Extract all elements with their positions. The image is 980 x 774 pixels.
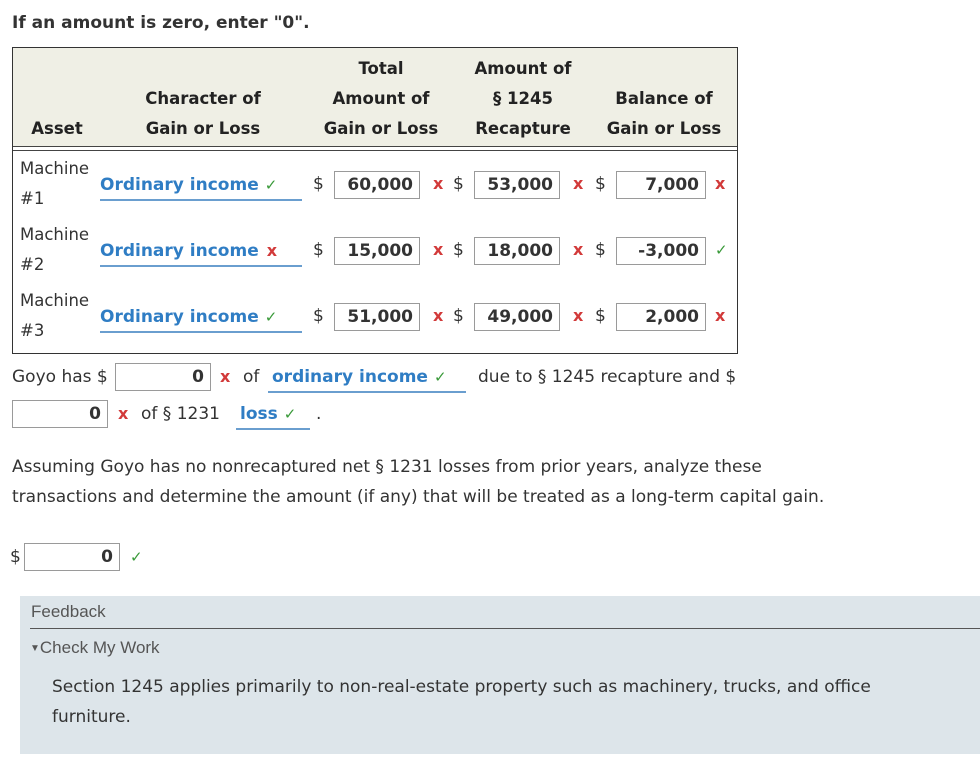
dollar-sign: $ [453, 306, 464, 326]
total-gain-input[interactable]: 15,000 [334, 237, 420, 265]
sentence-middle: due to § 1245 recapture and $ [478, 367, 737, 387]
recapture-input[interactable]: 53,000 [474, 171, 560, 199]
feedback-divider [30, 628, 980, 629]
incorrect-x-icon: x [433, 306, 444, 325]
dollar-sign: $ [313, 306, 324, 326]
character-select[interactable]: Ordinary income x [100, 237, 302, 267]
recapture-input[interactable]: 18,000 [474, 237, 560, 265]
incorrect-x-icon: x [433, 174, 444, 193]
header-divider [13, 150, 737, 151]
asset-name: Machine [20, 291, 90, 310]
dollar-sign: $ [595, 240, 606, 260]
correct-check-icon: ✓ [264, 176, 278, 194]
asset-number: #3 [20, 321, 45, 340]
header-character-line1: Character of [145, 89, 261, 108]
section-1231-amount-input[interactable]: 0 [12, 400, 108, 428]
header-total-line1: Total [358, 59, 404, 78]
gain-loss-select-value: loss [240, 404, 278, 424]
question-text: Assuming Goyo has no nonrecaptured net §… [12, 457, 825, 507]
incorrect-x-icon: x [715, 306, 726, 325]
header-total-line3: Gain or Loss [323, 119, 439, 138]
correct-check-icon: ✓ [130, 548, 143, 566]
character-select[interactable]: Ordinary income ✓ [100, 171, 302, 201]
gain-loss-table: Asset Character of Gain or Loss Total Am… [12, 47, 738, 354]
gain-loss-select[interactable]: loss ✓ [236, 400, 310, 430]
recapture-input[interactable]: 49,000 [474, 303, 560, 331]
dollar-sign: $ [595, 174, 606, 194]
balance-input[interactable]: 7,000 [616, 171, 706, 199]
correct-check-icon: ✓ [433, 368, 447, 386]
dollar-sign: $ [313, 240, 324, 260]
incorrect-x-icon: x [573, 174, 584, 193]
feedback-panel: Feedback ▼Check My Work Section 1245 app… [20, 596, 980, 754]
incorrect-x-icon: x [266, 241, 278, 260]
long-term-capital-gain-input[interactable]: 0 [24, 543, 120, 571]
triangle-down-icon: ▼ [30, 643, 40, 654]
balance-input[interactable]: -3,000 [616, 237, 706, 265]
header-recapture-line2: § 1245 [493, 89, 553, 108]
incorrect-x-icon: x [220, 367, 231, 386]
incorrect-x-icon: x [573, 306, 584, 325]
sentence-prefix: Goyo has $ [12, 367, 108, 387]
income-type-select[interactable]: ordinary income ✓ [268, 363, 466, 393]
incorrect-x-icon: x [573, 240, 584, 259]
dollar-sign: $ [453, 174, 464, 194]
dollar-sign: $ [595, 306, 606, 326]
header-total-line2: Amount of [332, 89, 430, 108]
check-my-work-label: Check My Work [39, 638, 160, 657]
header-balance-line1: Balance of [615, 89, 713, 108]
asset-name: Machine [20, 159, 90, 178]
correct-check-icon: ✓ [715, 241, 728, 259]
total-gain-input[interactable]: 60,000 [334, 171, 420, 199]
incorrect-x-icon: x [118, 404, 129, 423]
header-asset: Asset [31, 119, 83, 138]
header-recapture-line1: Amount of [474, 59, 572, 78]
total-gain-input[interactable]: 51,000 [334, 303, 420, 331]
sentence-end: . [316, 404, 322, 424]
income-type-select-value: ordinary income [272, 367, 428, 387]
asset-number: #1 [20, 189, 45, 208]
character-select[interactable]: Ordinary income ✓ [100, 303, 302, 333]
ordinary-income-amount-input[interactable]: 0 [115, 363, 211, 391]
header-divider [13, 146, 737, 147]
feedback-text: Section 1245 applies primarily to non-re… [52, 677, 871, 727]
dollar-sign: $ [10, 547, 21, 567]
incorrect-x-icon: x [715, 174, 726, 193]
incorrect-x-icon: x [433, 240, 444, 259]
asset-number: #2 [20, 255, 45, 274]
header-character-line2: Gain or Loss [145, 119, 261, 138]
correct-check-icon: ✓ [264, 308, 278, 326]
dollar-sign: $ [313, 174, 324, 194]
asset-name: Machine [20, 225, 90, 244]
correct-check-icon: ✓ [283, 405, 297, 423]
dollar-sign: $ [453, 240, 464, 260]
character-select-value: Ordinary income [100, 175, 259, 195]
header-balance-line2: Gain or Loss [606, 119, 722, 138]
header-recapture-line3: Recapture [475, 119, 571, 138]
section-1231-text: of § 1231 [141, 404, 220, 424]
table-header: Asset Character of Gain or Loss Total Am… [13, 48, 737, 146]
of-text: of [243, 367, 260, 387]
feedback-title: Feedback [31, 602, 106, 621]
instruction-text: If an amount is zero, enter "0". [12, 13, 310, 33]
balance-input[interactable]: 2,000 [616, 303, 706, 331]
character-select-value: Ordinary income [100, 241, 259, 261]
character-select-value: Ordinary income [100, 307, 259, 327]
check-my-work-toggle[interactable]: ▼Check My Work [30, 638, 160, 658]
